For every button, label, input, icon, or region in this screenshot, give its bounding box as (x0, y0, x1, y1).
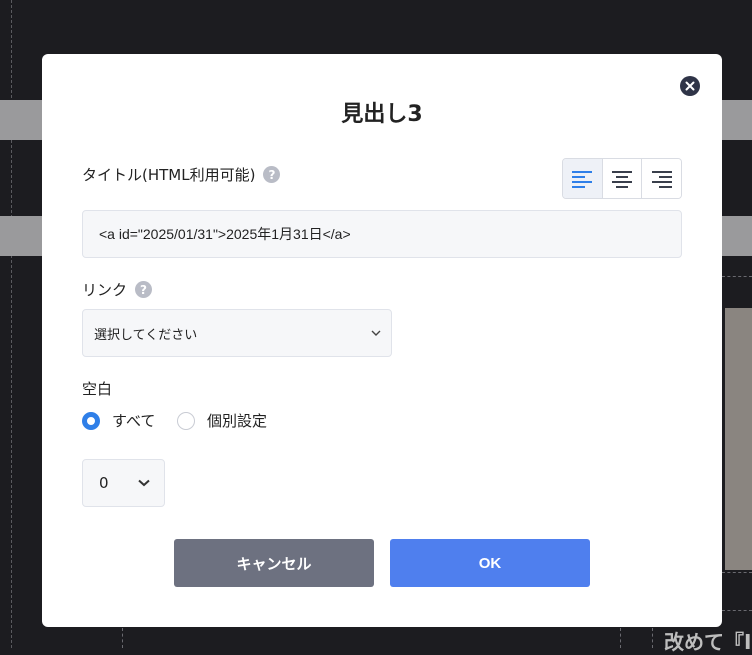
title-field-label-row: タイトル(HTML利用可能) ? (82, 164, 281, 185)
background-heading-text: 改めて『I (664, 630, 752, 654)
background-guide (11, 0, 12, 648)
close-icon (685, 81, 695, 91)
link-label: リンク (82, 281, 128, 299)
background-guide (652, 628, 653, 648)
close-button[interactable] (680, 76, 700, 96)
background-guide (620, 628, 621, 648)
radio-individual-label: 個別設定 (207, 412, 268, 430)
modal-title: 見出し3 (341, 102, 423, 127)
align-left-button[interactable] (563, 159, 603, 198)
title-input[interactable]: <a id="2025/01/31">2025年1月31日</a> (82, 210, 682, 258)
help-icon[interactable]: ? (135, 281, 153, 298)
background-guide (722, 276, 752, 277)
alignment-toggle-group (562, 158, 682, 199)
spacing-label-row: 空白 (82, 378, 112, 399)
title-field-label: タイトル(HTML利用可能) (82, 166, 256, 184)
spacing-label: 空白 (82, 380, 113, 398)
align-right-button[interactable] (642, 159, 681, 198)
link-select[interactable]: 選択してください (82, 309, 392, 357)
background-guide (722, 610, 752, 611)
background-guide (122, 628, 123, 648)
background-image (725, 308, 752, 570)
align-center-icon (612, 170, 632, 188)
help-icon[interactable]: ? (263, 166, 281, 183)
align-right-icon (651, 170, 672, 188)
radio-all-label: すべて (112, 412, 156, 430)
link-select-value: 選択してください (94, 327, 198, 343)
radio-individual-indicator[interactable] (177, 411, 195, 430)
cancel-button[interactable]: キャンセル (174, 539, 374, 587)
background-guide (722, 572, 752, 573)
spacing-select[interactable]: 0 (82, 459, 165, 507)
chevron-down-icon (371, 330, 381, 336)
radio-all-indicator[interactable] (82, 411, 100, 430)
link-label-row: リンク ? (82, 279, 153, 300)
chevron-down-icon (138, 479, 150, 487)
align-left-icon (572, 170, 593, 188)
ok-button[interactable]: OK (390, 539, 590, 587)
radio-individual[interactable]: 個別設定 (177, 410, 267, 431)
radio-all[interactable]: すべて (82, 410, 155, 431)
align-center-button[interactable] (602, 159, 643, 198)
heading-settings-modal: 見出し3 タイトル(HTML利用可能) ? <a id="2025/01/31"… (42, 54, 722, 627)
spacing-select-value: 0 (99, 474, 109, 492)
